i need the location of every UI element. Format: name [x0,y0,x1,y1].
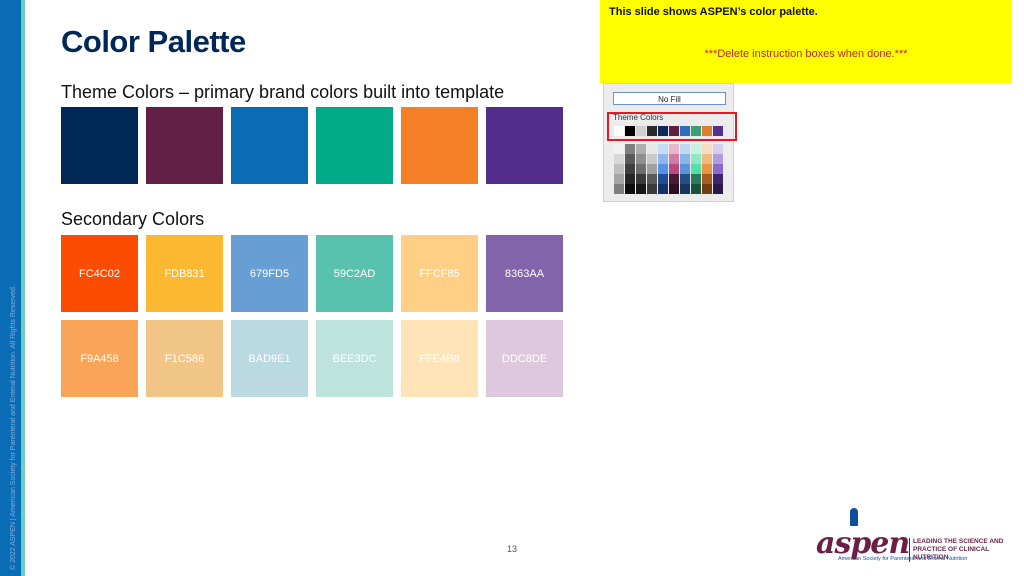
picker-color-cell[interactable] [647,164,657,174]
theme-colors-row [61,107,563,184]
picker-shade-column [702,144,712,194]
secondary-swatch[interactable]: BEE3DC [316,320,393,397]
theme-swatch[interactable] [316,107,393,184]
logo-tagline-line1: LEADING THE SCIENCE AND [913,538,1004,545]
picker-color-cell[interactable] [702,164,712,174]
picker-shade-column [713,144,723,194]
secondary-swatch[interactable]: FFCF85 [401,235,478,312]
secondary-swatch[interactable]: F9A458 [61,320,138,397]
page-number: 13 [507,544,518,554]
picker-color-cell[interactable] [636,144,646,154]
picker-color-cell[interactable] [702,184,712,194]
picker-shade-column [669,144,679,194]
secondary-colors-row-2: F9A458 F1C586 BAD9E1 BEE3DC FFE4B8 DDC8D… [61,320,563,397]
theme-swatch[interactable] [231,107,308,184]
instruction-note: ***Delete instruction boxes when done.**… [704,48,908,60]
picker-color-cell[interactable] [647,174,657,184]
picker-color-cell[interactable] [647,154,657,164]
picker-color-cell[interactable] [647,144,657,154]
picker-color-cell[interactable] [658,164,668,174]
secondary-swatch[interactable]: FFE4B8 [401,320,478,397]
picker-shade-column [691,144,701,194]
picker-color-cell[interactable] [680,164,690,174]
picker-color-cell[interactable] [625,154,635,164]
picker-color-cell[interactable] [680,184,690,194]
picker-color-cell[interactable] [636,174,646,184]
instruction-box[interactable]: This slide shows ASPEN’s color palette. … [600,0,1012,83]
picker-shade-grid [614,144,723,194]
picker-shade-column [614,144,624,194]
picker-color-cell[interactable] [636,164,646,174]
picker-color-cell[interactable] [691,154,701,164]
theme-swatch[interactable] [146,107,223,184]
picker-color-cell[interactable] [658,174,668,184]
picker-shade-column [647,144,657,194]
color-picker-screenshot: No Fill Theme Colors [603,83,737,202]
secondary-swatch[interactable]: BAD9E1 [231,320,308,397]
theme-swatch[interactable] [61,107,138,184]
picker-color-cell[interactable] [636,154,646,164]
picker-color-cell[interactable] [713,144,723,154]
picker-color-cell[interactable] [614,174,624,184]
secondary-swatch[interactable]: 8363AA [486,235,563,312]
picker-color-cell[interactable] [625,184,635,194]
picker-color-cell[interactable] [680,144,690,154]
theme-colors-heading: Theme Colors – primary brand colors buil… [61,82,505,102]
theme-swatch[interactable] [401,107,478,184]
picker-color-cell[interactable] [658,184,668,194]
picker-color-cell[interactable] [614,144,624,154]
picker-shade-column [658,144,668,194]
picker-color-cell[interactable] [614,164,624,174]
theme-swatch[interactable] [486,107,563,184]
picker-color-cell[interactable] [658,144,668,154]
picker-color-cell[interactable] [658,154,668,164]
picker-color-cell[interactable] [614,154,624,164]
picker-color-cell[interactable] [680,174,690,184]
picker-shade-column [625,144,635,194]
secondary-swatch[interactable]: FDB831 [146,235,223,312]
picker-color-cell[interactable] [702,174,712,184]
picker-color-cell[interactable] [691,174,701,184]
secondary-swatch[interactable]: F1C586 [146,320,223,397]
picker-color-cell[interactable] [669,174,679,184]
wheat-icon [850,508,858,526]
picker-color-cell[interactable] [669,184,679,194]
picker-color-cell[interactable] [702,154,712,164]
picker-color-cell[interactable] [713,154,723,164]
secondary-swatch[interactable]: 59C2AD [316,235,393,312]
side-accent-stripe [21,0,25,576]
instruction-title: This slide shows ASPEN’s color palette. [609,6,818,18]
copyright-text: © 2022 ASPEN | American Society for Pare… [10,285,17,570]
logo-subtitle: American Society for Parenteral and Ente… [838,556,968,562]
picker-color-cell[interactable] [691,144,701,154]
picker-color-cell[interactable] [669,154,679,164]
secondary-swatch[interactable]: DDC8DE [486,320,563,397]
secondary-swatch[interactable]: 679FD5 [231,235,308,312]
picker-color-cell[interactable] [691,184,701,194]
picker-color-cell[interactable] [625,144,635,154]
picker-color-cell[interactable] [625,164,635,174]
picker-color-cell[interactable] [713,164,723,174]
picker-color-cell[interactable] [614,184,624,194]
no-fill-button[interactable]: No Fill [613,92,726,105]
picker-color-cell[interactable] [691,164,701,174]
picker-color-cell[interactable] [702,144,712,154]
picker-color-cell[interactable] [669,164,679,174]
picker-color-cell[interactable] [713,174,723,184]
slide-title: Color Palette [61,24,246,59]
secondary-colors-heading: Secondary Colors [61,209,205,229]
picker-color-cell[interactable] [636,184,646,194]
picker-color-cell[interactable] [647,184,657,194]
picker-shade-column [680,144,690,194]
picker-color-cell[interactable] [713,184,723,194]
highlight-box [607,112,737,141]
picker-color-cell[interactable] [625,174,635,184]
picker-shade-column [636,144,646,194]
secondary-colors-row-1: FC4C02 FDB831 679FD5 59C2AD FFCF85 8363A… [61,235,563,312]
picker-color-cell[interactable] [669,144,679,154]
secondary-swatch[interactable]: FC4C02 [61,235,138,312]
aspen-logo: aspen LEADING THE SCIENCE AND PRACTICE O… [816,508,1016,568]
picker-color-cell[interactable] [680,154,690,164]
